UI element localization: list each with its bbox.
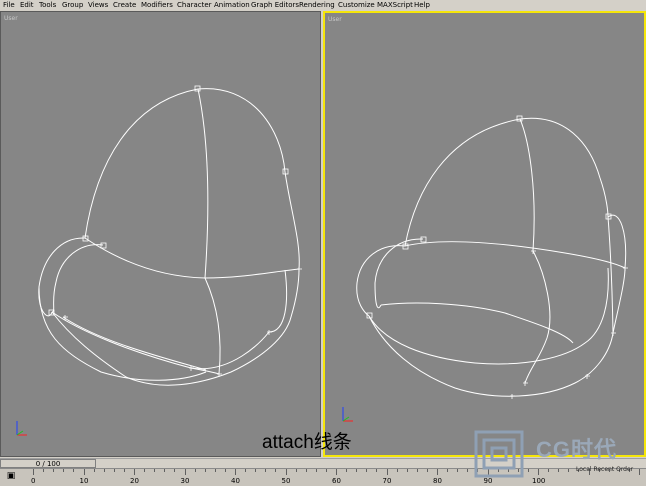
ruler-tick (305, 469, 307, 472)
ruler-tick (33, 469, 34, 475)
ruler-tick (386, 469, 388, 475)
ruler-tick (63, 469, 65, 472)
menu-modifiers[interactable]: Modifiers (141, 0, 173, 10)
ruler-tick (224, 469, 226, 472)
menu-group[interactable]: Group (62, 0, 83, 10)
ruler-tick (336, 469, 337, 475)
ruler-tick (214, 469, 216, 472)
ruler-tick (467, 469, 469, 472)
ruler-tick (93, 469, 95, 472)
ruler-tick-label: 40 (231, 477, 240, 485)
ruler-tick (396, 469, 398, 472)
ruler-tick (366, 469, 368, 472)
ruler-tick (235, 469, 236, 475)
ruler-tick (53, 469, 55, 472)
ruler-tick (255, 469, 257, 472)
ruler-tick (144, 469, 146, 472)
viewport-user-right-active[interactable]: User (323, 11, 646, 457)
menu-bar: File Edit Tools Group Views Create Modif… (0, 0, 646, 10)
ruler-tick-label: 60 (332, 477, 341, 485)
menu-maxscript[interactable]: MAXScript (377, 0, 413, 10)
ruler-tick (194, 469, 196, 472)
menu-tools[interactable]: Tools (39, 0, 56, 10)
ruler-tick (295, 469, 297, 472)
ruler-tick (275, 469, 277, 472)
ruler-tick (134, 469, 135, 475)
ruler-tick-label: 30 (180, 477, 190, 485)
ruler-tick (426, 469, 428, 472)
ruler-tick (245, 469, 247, 472)
ruler-tick-label: 20 (130, 477, 139, 485)
ruler-tick (416, 469, 418, 472)
ruler-tick (204, 469, 206, 472)
ruler-tick (346, 469, 348, 472)
menu-create[interactable]: Create (113, 0, 136, 10)
ruler-tick (103, 469, 105, 472)
ruler-tick (265, 469, 267, 472)
menu-file[interactable]: File (3, 0, 15, 10)
ruler-tick (376, 469, 378, 472)
ruler-tick (437, 469, 438, 475)
ruler-tick (113, 469, 115, 472)
ruler-tick (315, 469, 317, 472)
menu-help[interactable]: Help (414, 0, 430, 10)
spline-wireframe-right (356, 115, 628, 399)
ruler-tick (447, 469, 449, 472)
menu-customize[interactable]: Customize (338, 0, 375, 10)
ruler-tick (184, 469, 186, 475)
axis-tripod-icon (11, 417, 31, 441)
spline-wireframe-left (38, 85, 302, 386)
menu-graph-editors[interactable]: Graph Editors (251, 0, 299, 10)
tutorial-caption: attach线条 (262, 432, 352, 453)
axis-tripod-icon (337, 403, 357, 427)
watermark-brand: CG时代 (536, 437, 618, 462)
ruler-tick (43, 469, 45, 472)
key-mode-icon[interactable]: ▣ (4, 470, 18, 482)
ruler-tick (174, 469, 176, 472)
viewport-user-left[interactable]: User (0, 11, 321, 457)
ruler-tick-label: 50 (281, 477, 291, 485)
ruler-tick (285, 469, 287, 475)
time-slider[interactable]: 0 / 100 (0, 459, 96, 468)
menu-rendering[interactable]: Rendering (299, 0, 335, 10)
ruler-tick (164, 469, 166, 472)
ruler-tick (154, 469, 156, 472)
ruler-tick (73, 469, 75, 472)
ruler-tick-label: 0 (31, 477, 36, 485)
ruler-tick (457, 469, 459, 472)
menu-edit[interactable]: Edit (20, 0, 34, 10)
watermark-subtext: Local Recent Order (576, 466, 634, 473)
ruler-tick (83, 469, 85, 475)
ruler-tick (123, 469, 125, 472)
menu-views[interactable]: Views (88, 0, 108, 10)
ruler-tick-label: 10 (79, 477, 89, 485)
ruler-tick-label: 70 (382, 477, 392, 485)
ruler-tick (406, 469, 408, 472)
ruler-tick (325, 469, 327, 472)
ruler-tick-label: 80 (433, 477, 442, 485)
menu-animation[interactable]: Animation (214, 0, 250, 10)
ruler-tick (356, 469, 358, 472)
menu-character[interactable]: Character (177, 0, 212, 10)
